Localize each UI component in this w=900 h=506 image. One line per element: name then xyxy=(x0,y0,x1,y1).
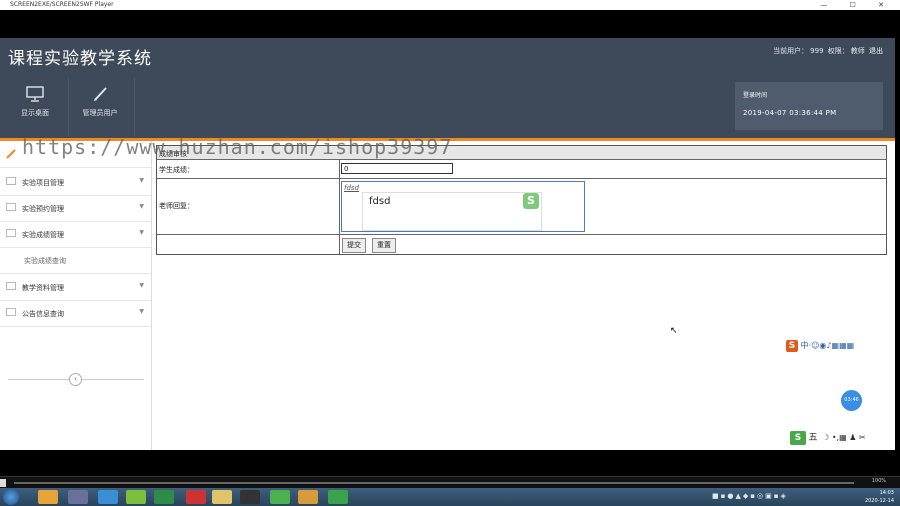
score-input[interactable]: 0 xyxy=(341,163,453,174)
chevron-down-icon: ▼ xyxy=(139,203,144,210)
watermark-text: https://www.huzhan.com/ishop39397 xyxy=(22,135,453,159)
app-icon[interactable] xyxy=(126,490,146,504)
mouse-cursor-icon: ↖ xyxy=(670,326,678,336)
list-icon xyxy=(6,282,16,290)
app-icon[interactable] xyxy=(98,490,118,504)
pencil-icon xyxy=(6,149,16,159)
sidebar-item-label: 教学资料管理 xyxy=(22,284,64,292)
sidebar-item-label: 实验项目管理 xyxy=(22,179,64,187)
app-header: 课程实验教学系统 当前用户： 999 权限： 教师 退出 显示桌面 管理员用户 登录… xyxy=(0,38,895,138)
document-icon xyxy=(6,308,16,316)
chevron-down-icon: ▼ xyxy=(139,177,144,184)
score-label: 学生成绩： xyxy=(159,166,194,174)
show-desktop-label: 显示桌面 xyxy=(21,109,49,117)
clock-time: 14:03 xyxy=(879,490,894,496)
zoom-level: 100% xyxy=(871,478,886,484)
ime-toolbar[interactable]: S 中·☺◉♪▦▦▦ xyxy=(786,340,884,353)
ime-composition-text: fdsd xyxy=(369,196,391,207)
video-black-area xyxy=(0,10,900,38)
sidebar-item-label: 公告信息查询 xyxy=(22,310,64,318)
folder-icon[interactable] xyxy=(212,490,232,504)
sidebar-subitem-grade-query[interactable]: 实验成绩查询 xyxy=(0,247,151,274)
clock-date: 2020-12-14 xyxy=(864,498,894,504)
pencil-icon xyxy=(94,87,107,101)
wechat-icon[interactable] xyxy=(270,490,290,504)
show-desktop-button[interactable]: 显示桌面 xyxy=(5,86,65,126)
collapse-sidebar-button[interactable]: ‹ xyxy=(69,373,82,386)
chevron-down-icon: ▼ xyxy=(139,282,144,289)
sidebar-subitem-label: 实验成绩查询 xyxy=(24,257,66,265)
qq-icon[interactable] xyxy=(240,490,260,504)
list-icon xyxy=(6,229,16,237)
chrome-icon[interactable] xyxy=(38,490,58,504)
ime-mode: 五 xyxy=(808,433,818,443)
logout-link[interactable]: 退出 xyxy=(869,47,883,55)
manage-users-label: 管理员用户 xyxy=(82,109,118,117)
header-user-info: 当前用户： 999 权限： 教师 退出 xyxy=(771,46,883,56)
app-icon[interactable] xyxy=(68,490,88,504)
flash-icon[interactable] xyxy=(186,490,206,504)
sidebar-item-label: 实验预约管理 xyxy=(22,205,64,213)
perm-label: 权限： xyxy=(827,47,849,55)
manage-users-button[interactable]: 管理员用户 xyxy=(70,86,130,126)
list-icon xyxy=(6,203,16,211)
excel-icon[interactable] xyxy=(154,490,174,504)
ime-status-bar[interactable]: S 五 ☽ •,▦ ♟ ✂ xyxy=(790,430,895,446)
ime-candidate-window: fdsd S xyxy=(362,192,542,231)
sidebar-item-booking[interactable]: 实验预约管理 ▼ xyxy=(0,195,151,222)
sidebar-item-notices[interactable]: 公告信息查询 ▼ xyxy=(0,300,151,327)
reply-textarea[interactable]: fdsd fdsd S xyxy=(341,181,585,232)
sidebar-item-materials[interactable]: 教学资料管理 ▼ xyxy=(0,274,151,301)
reset-button[interactable]: 重置 xyxy=(372,238,396,253)
user-value: 999 xyxy=(810,47,824,55)
user-label: 当前用户： xyxy=(773,47,809,55)
button-row xyxy=(157,235,886,254)
sogou-icon: S xyxy=(790,431,806,445)
player-title: SCREEN2EXE/SCREEN2SWF Player xyxy=(10,1,114,8)
login-time-box: 登录时间 2019-04-07 03:36:44 PM xyxy=(735,82,883,130)
progress-track[interactable] xyxy=(14,482,854,484)
sidebar-item-label: 实验成绩管理 xyxy=(22,231,64,239)
login-time-label: 登录时间 xyxy=(743,92,768,99)
score-row: 学生成绩： xyxy=(157,160,886,179)
grade-review-form: 成绩审核 学生成绩： 老师回复： 0 fdsd fdsd S 提交 重置 xyxy=(156,145,887,255)
column-divider xyxy=(339,160,340,254)
window-controls[interactable]: — ☐ ✕ xyxy=(820,0,894,10)
list-icon xyxy=(6,177,16,185)
sogou-icon: S xyxy=(786,340,798,352)
login-time-value: 2019-04-07 03:36:44 PM xyxy=(743,109,837,117)
reply-label: 老师回复： xyxy=(159,202,194,210)
sidebar-item-project[interactable]: 实验项目管理 ▼ xyxy=(0,169,151,196)
app-title: 课程实验教学系统 xyxy=(8,49,152,69)
chevron-down-icon: ▼ xyxy=(139,308,144,315)
app-window: 课程实验教学系统 当前用户： 999 权限： 教师 退出 显示桌面 管理员用户 登录… xyxy=(0,38,895,450)
start-button[interactable] xyxy=(3,489,19,505)
submit-button[interactable]: 提交 xyxy=(342,238,366,253)
player-title-bar: SCREEN2EXE/SCREEN2SWF Player — ☐ ✕ xyxy=(0,0,900,10)
app-icon[interactable] xyxy=(328,490,348,504)
monitor-icon xyxy=(26,86,44,102)
sidebar-item-grades[interactable]: 实验成绩管理 ▼ xyxy=(0,221,151,248)
app-icon[interactable] xyxy=(298,490,318,504)
taskbar-clock[interactable]: 14:03 2020-12-14 xyxy=(865,489,894,505)
chevron-down-icon: ▼ xyxy=(139,229,144,236)
ime-tool-icon: 中·☺◉♪▦▦▦ xyxy=(800,341,855,350)
sogou-icon: S xyxy=(523,193,539,209)
perm-value: 教师 xyxy=(850,47,865,55)
taskbar: ■▪●▲◆▪◎▣▪◈ 14:03 2020-12-14 xyxy=(0,488,900,506)
sidebar: 实验项目管理 ▼ 实验预约管理 ▼ 实验成绩管理 ▼ 实验成绩查询 教学资料管理… xyxy=(0,141,152,450)
system-tray[interactable]: ■▪●▲◆▪◎▣▪◈ xyxy=(712,492,788,500)
reply-text: fdsd xyxy=(344,184,359,192)
toolbar-divider xyxy=(68,78,69,136)
progress-thumb[interactable] xyxy=(0,479,6,487)
chat-bubble[interactable]: 03:46 xyxy=(841,390,862,411)
toolbar-divider xyxy=(134,78,135,136)
ime-tool-icon: ☽ •,▦ ♟ ✂ xyxy=(822,433,866,442)
